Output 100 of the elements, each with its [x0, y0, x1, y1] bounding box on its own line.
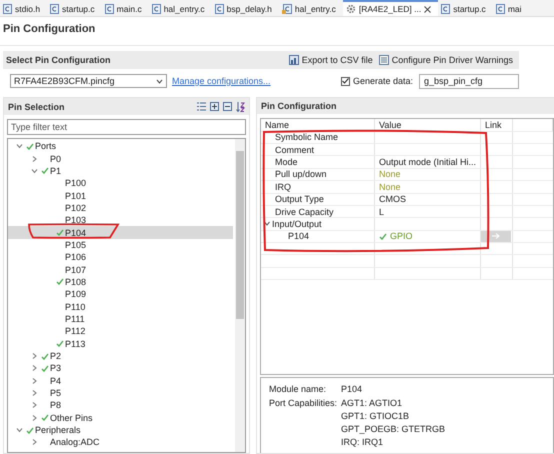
table-cell: CMOS	[375, 194, 481, 205]
detail-value: GPT1: GTIOC1B	[341, 411, 410, 421]
c-file-icon	[496, 4, 505, 14]
tree-item[interactable]: P111	[8, 312, 233, 326]
chevron-down-icon[interactable]	[16, 427, 22, 434]
chevron-down-icon[interactable]	[30, 168, 38, 174]
chevron-right-icon[interactable]	[30, 439, 38, 446]
table-cell: Comment	[261, 144, 375, 156]
chevron-right-icon[interactable]	[30, 353, 38, 360]
tree-item[interactable]: P105	[8, 238, 233, 252]
list-icon	[378, 55, 389, 65]
tree-label: P106	[65, 252, 86, 262]
tree-item[interactable]: P112	[8, 325, 233, 338]
tree-item[interactable]: P102	[8, 202, 233, 214]
tree-item[interactable]: P100	[8, 177, 233, 190]
editor-tab[interactable]: startup.c	[438, 0, 493, 16]
tree-item[interactable]: P108	[8, 276, 233, 288]
detail-value: P104	[341, 384, 364, 394]
tree-item[interactable]: P5	[8, 386, 233, 400]
table-cell: None	[375, 181, 481, 193]
tree-item[interactable]: P106	[8, 251, 233, 264]
filter-field[interactable]: Type filter text	[7, 119, 246, 135]
tree-label: P111	[65, 314, 85, 324]
table-cell: Symbolic Name	[261, 132, 375, 143]
tree-item[interactable]: P104	[8, 226, 233, 239]
tree-label: P109	[65, 289, 86, 300]
tree-item[interactable]: P109	[8, 288, 233, 300]
chevron-down-icon[interactable]	[16, 143, 22, 150]
chevron-down-icon[interactable]	[264, 221, 270, 226]
sort-icon[interactable]	[236, 102, 245, 112]
table-cell: IRQ	[261, 181, 375, 193]
tree-item[interactable]: P1	[8, 164, 233, 178]
chevron-right-icon[interactable]	[30, 378, 38, 384]
close-icon[interactable]	[424, 6, 432, 12]
table-cell: Output mode (Initial Hi...	[375, 156, 481, 168]
table-cell: P104	[261, 230, 375, 242]
editor-tab[interactable]: bsp_delay.h	[212, 0, 279, 16]
page-title: Pin Configuration	[0, 17, 554, 46]
editor-tab[interactable]: startup.c	[47, 0, 102, 16]
tree-label: P100	[65, 178, 86, 188]
detail-label: Port Capabilities:	[269, 398, 338, 410]
editor-tab[interactable]: hal_entry.c	[148, 0, 212, 16]
editor-tab[interactable]: mai	[492, 0, 529, 16]
detail-value: GPT_POEGB: GTETRGB	[341, 424, 446, 434]
chevron-right-icon[interactable]	[30, 156, 38, 162]
list-icon[interactable]	[197, 102, 206, 110]
tree-label: P102	[65, 202, 86, 213]
export-button[interactable]: Export to CSV file	[286, 55, 376, 65]
detail-value: IRQ: IRQ1	[341, 437, 384, 447]
warnings-button[interactable]: Configure Pin Driver Warnings	[376, 55, 516, 65]
generate-data-field[interactable]: g_bsp_pin_cfg	[419, 74, 519, 88]
chevron-right-icon[interactable]	[30, 390, 38, 396]
tree-item[interactable]: Analog:ADC	[8, 436, 233, 449]
c-file-icon	[104, 4, 114, 14]
gear-icon	[346, 4, 356, 14]
c-file-icon	[214, 4, 224, 14]
tree-label: P105	[65, 240, 86, 250]
manage-configurations-link[interactable]: Manage configurations...	[172, 76, 341, 86]
tree-item[interactable]: P103	[8, 214, 233, 226]
collapse-all-icon[interactable]	[223, 102, 232, 110]
table-cell: Pull up/down	[261, 168, 375, 180]
tree-label: Ports	[35, 141, 56, 152]
tree-label: P2	[50, 351, 62, 362]
scrollbar[interactable]	[235, 139, 245, 452]
tree-item[interactable]: Peripherals	[8, 424, 233, 436]
tree-item[interactable]: P3	[8, 362, 233, 375]
tree-label: P110	[65, 302, 86, 312]
tree-item[interactable]: P101	[8, 189, 233, 202]
tree-item[interactable]: P110	[8, 300, 233, 313]
table-cell: Mode	[261, 156, 375, 168]
tree-label: Peripherals	[35, 425, 81, 436]
arrow-right-icon	[492, 233, 500, 240]
chevron-right-icon[interactable]	[30, 414, 38, 421]
tree-label: P3	[50, 363, 62, 374]
expand-all-icon[interactable]	[210, 102, 219, 110]
config-dropdown[interactable]: R7FA4E2B93CFM.pincfg	[10, 74, 167, 88]
chevron-right-icon[interactable]	[30, 365, 38, 372]
tree-item[interactable]: Other Pins	[8, 412, 233, 424]
tree-label: P4	[50, 376, 62, 386]
generate-data-checkbox[interactable]	[340, 76, 350, 86]
tree-item[interactable]: P0	[8, 152, 233, 165]
editor-tab[interactable]: [RA4E2_LED] ...	[342, 0, 438, 16]
tree-label: P8	[50, 400, 62, 410]
editor-tab[interactable]: hal_entry.c	[278, 0, 343, 16]
tree-item[interactable]: P107	[8, 263, 233, 276]
export-icon	[288, 55, 299, 65]
chevron-right-icon[interactable]	[30, 402, 38, 408]
tree-label: P1	[50, 166, 62, 176]
editor-tab[interactable]: main.c	[102, 0, 149, 16]
tree-item[interactable]: P4	[8, 374, 233, 387]
generate-data-label: Generate data:	[352, 76, 413, 86]
detail-label: Module name:	[269, 384, 328, 394]
tree-item[interactable]: P8	[8, 399, 233, 412]
tree-item[interactable]: P2	[8, 350, 233, 362]
editor-tab[interactable]: stdio.h	[0, 0, 48, 16]
column-header: Link	[481, 119, 513, 131]
column-header: Value	[375, 119, 481, 131]
tree-item[interactable]: P113	[8, 338, 233, 350]
c-file-icon	[50, 4, 60, 14]
tree-item[interactable]: Ports	[8, 140, 233, 152]
